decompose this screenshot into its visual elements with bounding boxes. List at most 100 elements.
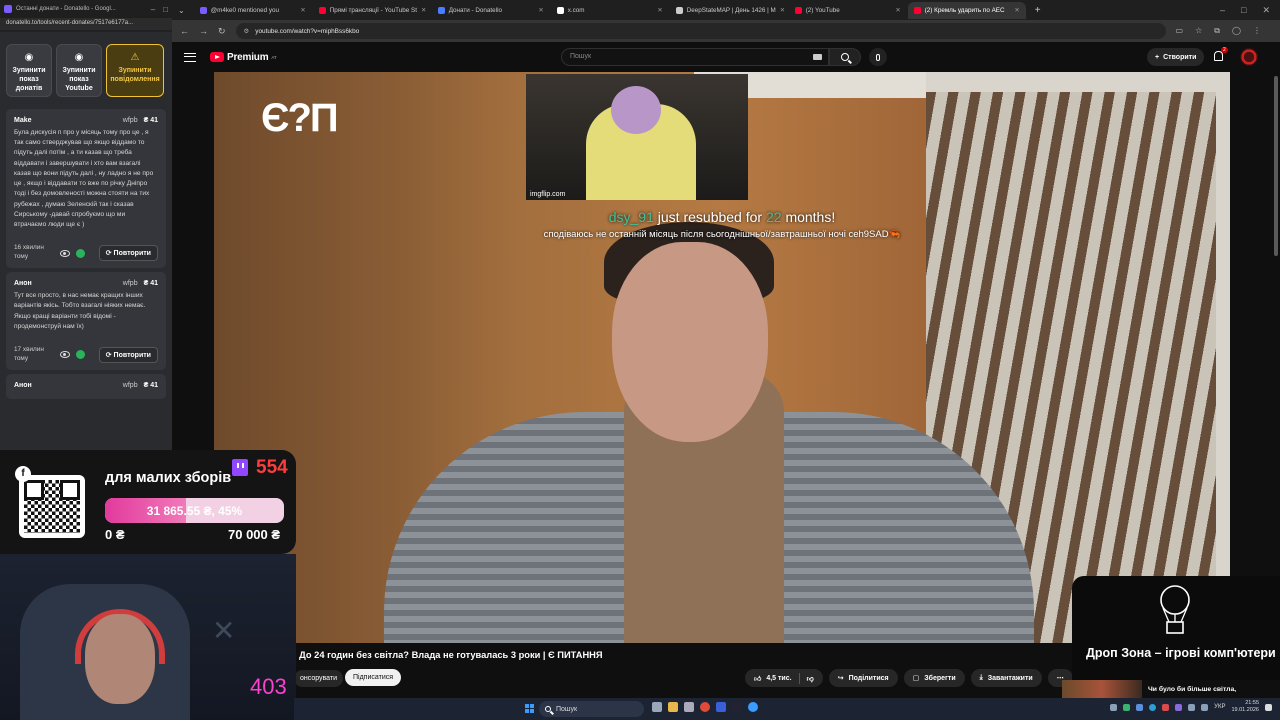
- tray-app-icon[interactable]: [1123, 703, 1131, 711]
- donatello-tab-title[interactable]: Останні донати - Donatello - Googl...: [16, 6, 116, 12]
- browser-tab[interactable]: @m4ke0 mentioned you ✕: [194, 2, 312, 19]
- cast-icon[interactable]: ▭: [1176, 26, 1184, 36]
- browser-icon[interactable]: [748, 702, 758, 712]
- wifi-icon[interactable]: [1188, 703, 1196, 711]
- task-view-icon[interactable]: [652, 702, 662, 712]
- donatello-controls: ◉ Зупинити показ донатів ◉ Зупинити показ …: [0, 32, 172, 105]
- donation-qr-code: [19, 475, 85, 538]
- file-explorer-icon[interactable]: [668, 702, 678, 712]
- search-button[interactable]: [829, 48, 861, 66]
- volume-icon[interactable]: [1201, 703, 1209, 711]
- recommended-title[interactable]: Чи було би більше світла,: [1148, 686, 1236, 693]
- close-icon[interactable]: ✕: [657, 7, 662, 14]
- profile-icon[interactable]: ◯: [1232, 26, 1241, 36]
- save-button[interactable]: ▢ Зберегти: [903, 669, 965, 687]
- chrome-icon[interactable]: [700, 702, 710, 712]
- browser-tab[interactable]: x.com ✕: [551, 2, 669, 19]
- close-icon[interactable]: ✕: [421, 7, 426, 14]
- address-url[interactable]: youtube.com/watch?v=miphBss6kbo: [255, 28, 359, 35]
- notifications-icon[interactable]: [1265, 703, 1272, 711]
- minimize-icon[interactable]: –: [1220, 5, 1225, 16]
- search-input[interactable]: Пошук: [561, 48, 829, 66]
- close-icon[interactable]: ✕: [300, 7, 305, 14]
- new-tab-button[interactable]: +: [1027, 5, 1049, 16]
- like-count[interactable]: 4,5 тис.: [766, 675, 791, 682]
- menu-icon[interactable]: [184, 52, 196, 62]
- browser-tab[interactable]: DeepStateMAP | День 1426 | М ✕: [670, 2, 788, 19]
- extensions-icon[interactable]: ⧉: [1214, 26, 1220, 36]
- streamer-webcam: ✕ 403: [0, 554, 296, 720]
- settings-icon[interactable]: [684, 702, 694, 712]
- clock[interactable]: 21:55 19.01.2026: [1231, 700, 1259, 714]
- video-player[interactable]: Є?П imgflip.com dsy_91 just resubbed for…: [214, 72, 1230, 643]
- tray-app-icon[interactable]: [1175, 703, 1183, 711]
- stop-youtube-button[interactable]: ◉ Зупинити показ Youtube: [56, 44, 102, 97]
- taskbar-search[interactable]: Пошук: [539, 701, 644, 717]
- like-icon[interactable]: 👍︎: [754, 674, 761, 683]
- donor-user: wfpb: [122, 117, 138, 124]
- browser-tab[interactable]: Донати - Donatello ✕: [432, 2, 550, 19]
- close-icon[interactable]: ✕: [538, 7, 543, 14]
- browser-tab[interactable]: Прямі трансляції - YouTube St ✕: [313, 2, 431, 19]
- site-info-icon[interactable]: ⚙: [244, 27, 250, 35]
- sponsor-button[interactable]: онсорувати: [294, 670, 344, 687]
- input-language[interactable]: УКР: [1214, 704, 1225, 710]
- goal-title: для малих зборів: [105, 470, 232, 486]
- reload-icon[interactable]: ↻: [218, 26, 226, 37]
- tray-app-icon[interactable]: [1136, 703, 1144, 711]
- donor-name: Make: [14, 117, 32, 124]
- close-icon[interactable]: ✕: [895, 7, 900, 14]
- stop-donations-button[interactable]: ◉ Зупинити показ донатів: [6, 44, 52, 97]
- menu-icon[interactable]: ⋮: [1253, 26, 1261, 36]
- notification-badge: 2: [1221, 47, 1228, 53]
- bookmark-star-icon[interactable]: ☆: [1195, 26, 1202, 36]
- browser-tab[interactable]: (2) YouTube ✕: [789, 2, 907, 19]
- system-tray: УКР 21:55 19.01.2026: [1110, 700, 1272, 714]
- scrollbar-thumb[interactable]: [1274, 76, 1278, 256]
- subscribe-button[interactable]: Підписатися: [345, 669, 402, 686]
- twitch-icon: [232, 459, 248, 476]
- donatello-url[interactable]: donatello.to/tools/recent-donates/7517e6…: [0, 18, 172, 30]
- tray-app-icon[interactable]: [1110, 703, 1118, 711]
- repeat-button[interactable]: ⟳ Повторити: [98, 245, 158, 262]
- youtube-logo[interactable]: Premium AT: [210, 52, 277, 63]
- repeat-button[interactable]: ⟳ Повторити: [98, 346, 158, 363]
- alert-gif: imgflip.com: [526, 74, 748, 200]
- forward-icon[interactable]: →: [199, 26, 208, 36]
- stop-messages-button[interactable]: ⚠ Зупинити повідомлення: [106, 44, 164, 97]
- address-bar[interactable]: ⚙ youtube.com/watch?v=miphBss6kbo: [235, 23, 1166, 39]
- recommended-video[interactable]: Чи було би більше світла,: [1062, 680, 1280, 698]
- donatello-body: ◉ Зупинити показ донатів ◉ Зупинити показ …: [0, 32, 172, 450]
- tab-list-icon[interactable]: ⌄: [178, 6, 193, 15]
- app-icon[interactable]: [716, 702, 726, 712]
- create-button[interactable]: + Створити: [1147, 48, 1205, 66]
- terminal-icon[interactable]: [732, 702, 742, 712]
- close-icon[interactable]: ✕: [780, 7, 785, 14]
- eye-icon[interactable]: [60, 249, 70, 257]
- share-button[interactable]: ↪ Поділитися: [828, 669, 898, 687]
- maximize-icon[interactable]: □: [163, 5, 168, 14]
- download-button[interactable]: ⤓ Завантажити: [970, 669, 1042, 687]
- recommended-thumbnail[interactable]: [1062, 680, 1142, 698]
- windows-start-icon[interactable]: [525, 704, 534, 713]
- browser-tab-active[interactable]: (2) Кремль ударить по АЕС ✕: [907, 1, 1026, 19]
- viewer-count: 403: [250, 674, 287, 699]
- ad-title[interactable]: Дроп Зона – ігрові комп'ютери: [1086, 646, 1276, 660]
- dislike-icon[interactable]: 👎︎: [807, 674, 814, 683]
- close-icon[interactable]: ✕: [1014, 7, 1019, 14]
- keyboard-icon[interactable]: [813, 54, 822, 60]
- close-window-icon[interactable]: ✕: [1262, 5, 1270, 16]
- tab-favicon-icon: [913, 6, 921, 14]
- donatello-window-controls[interactable]: – □: [151, 5, 168, 14]
- tray-app-icon[interactable]: [1162, 703, 1170, 711]
- page-scrollbar[interactable]: [1272, 72, 1280, 643]
- maximize-icon[interactable]: □: [1241, 5, 1246, 16]
- telegram-icon[interactable]: [1149, 703, 1157, 711]
- voice-search-button[interactable]: [869, 48, 887, 66]
- minimize-icon[interactable]: –: [151, 5, 155, 14]
- tab-favicon-icon: [794, 6, 802, 14]
- x-logo-icon: [556, 6, 564, 14]
- back-icon[interactable]: ←: [180, 26, 189, 36]
- avatar[interactable]: [1240, 48, 1258, 66]
- eye-icon[interactable]: [60, 351, 70, 359]
